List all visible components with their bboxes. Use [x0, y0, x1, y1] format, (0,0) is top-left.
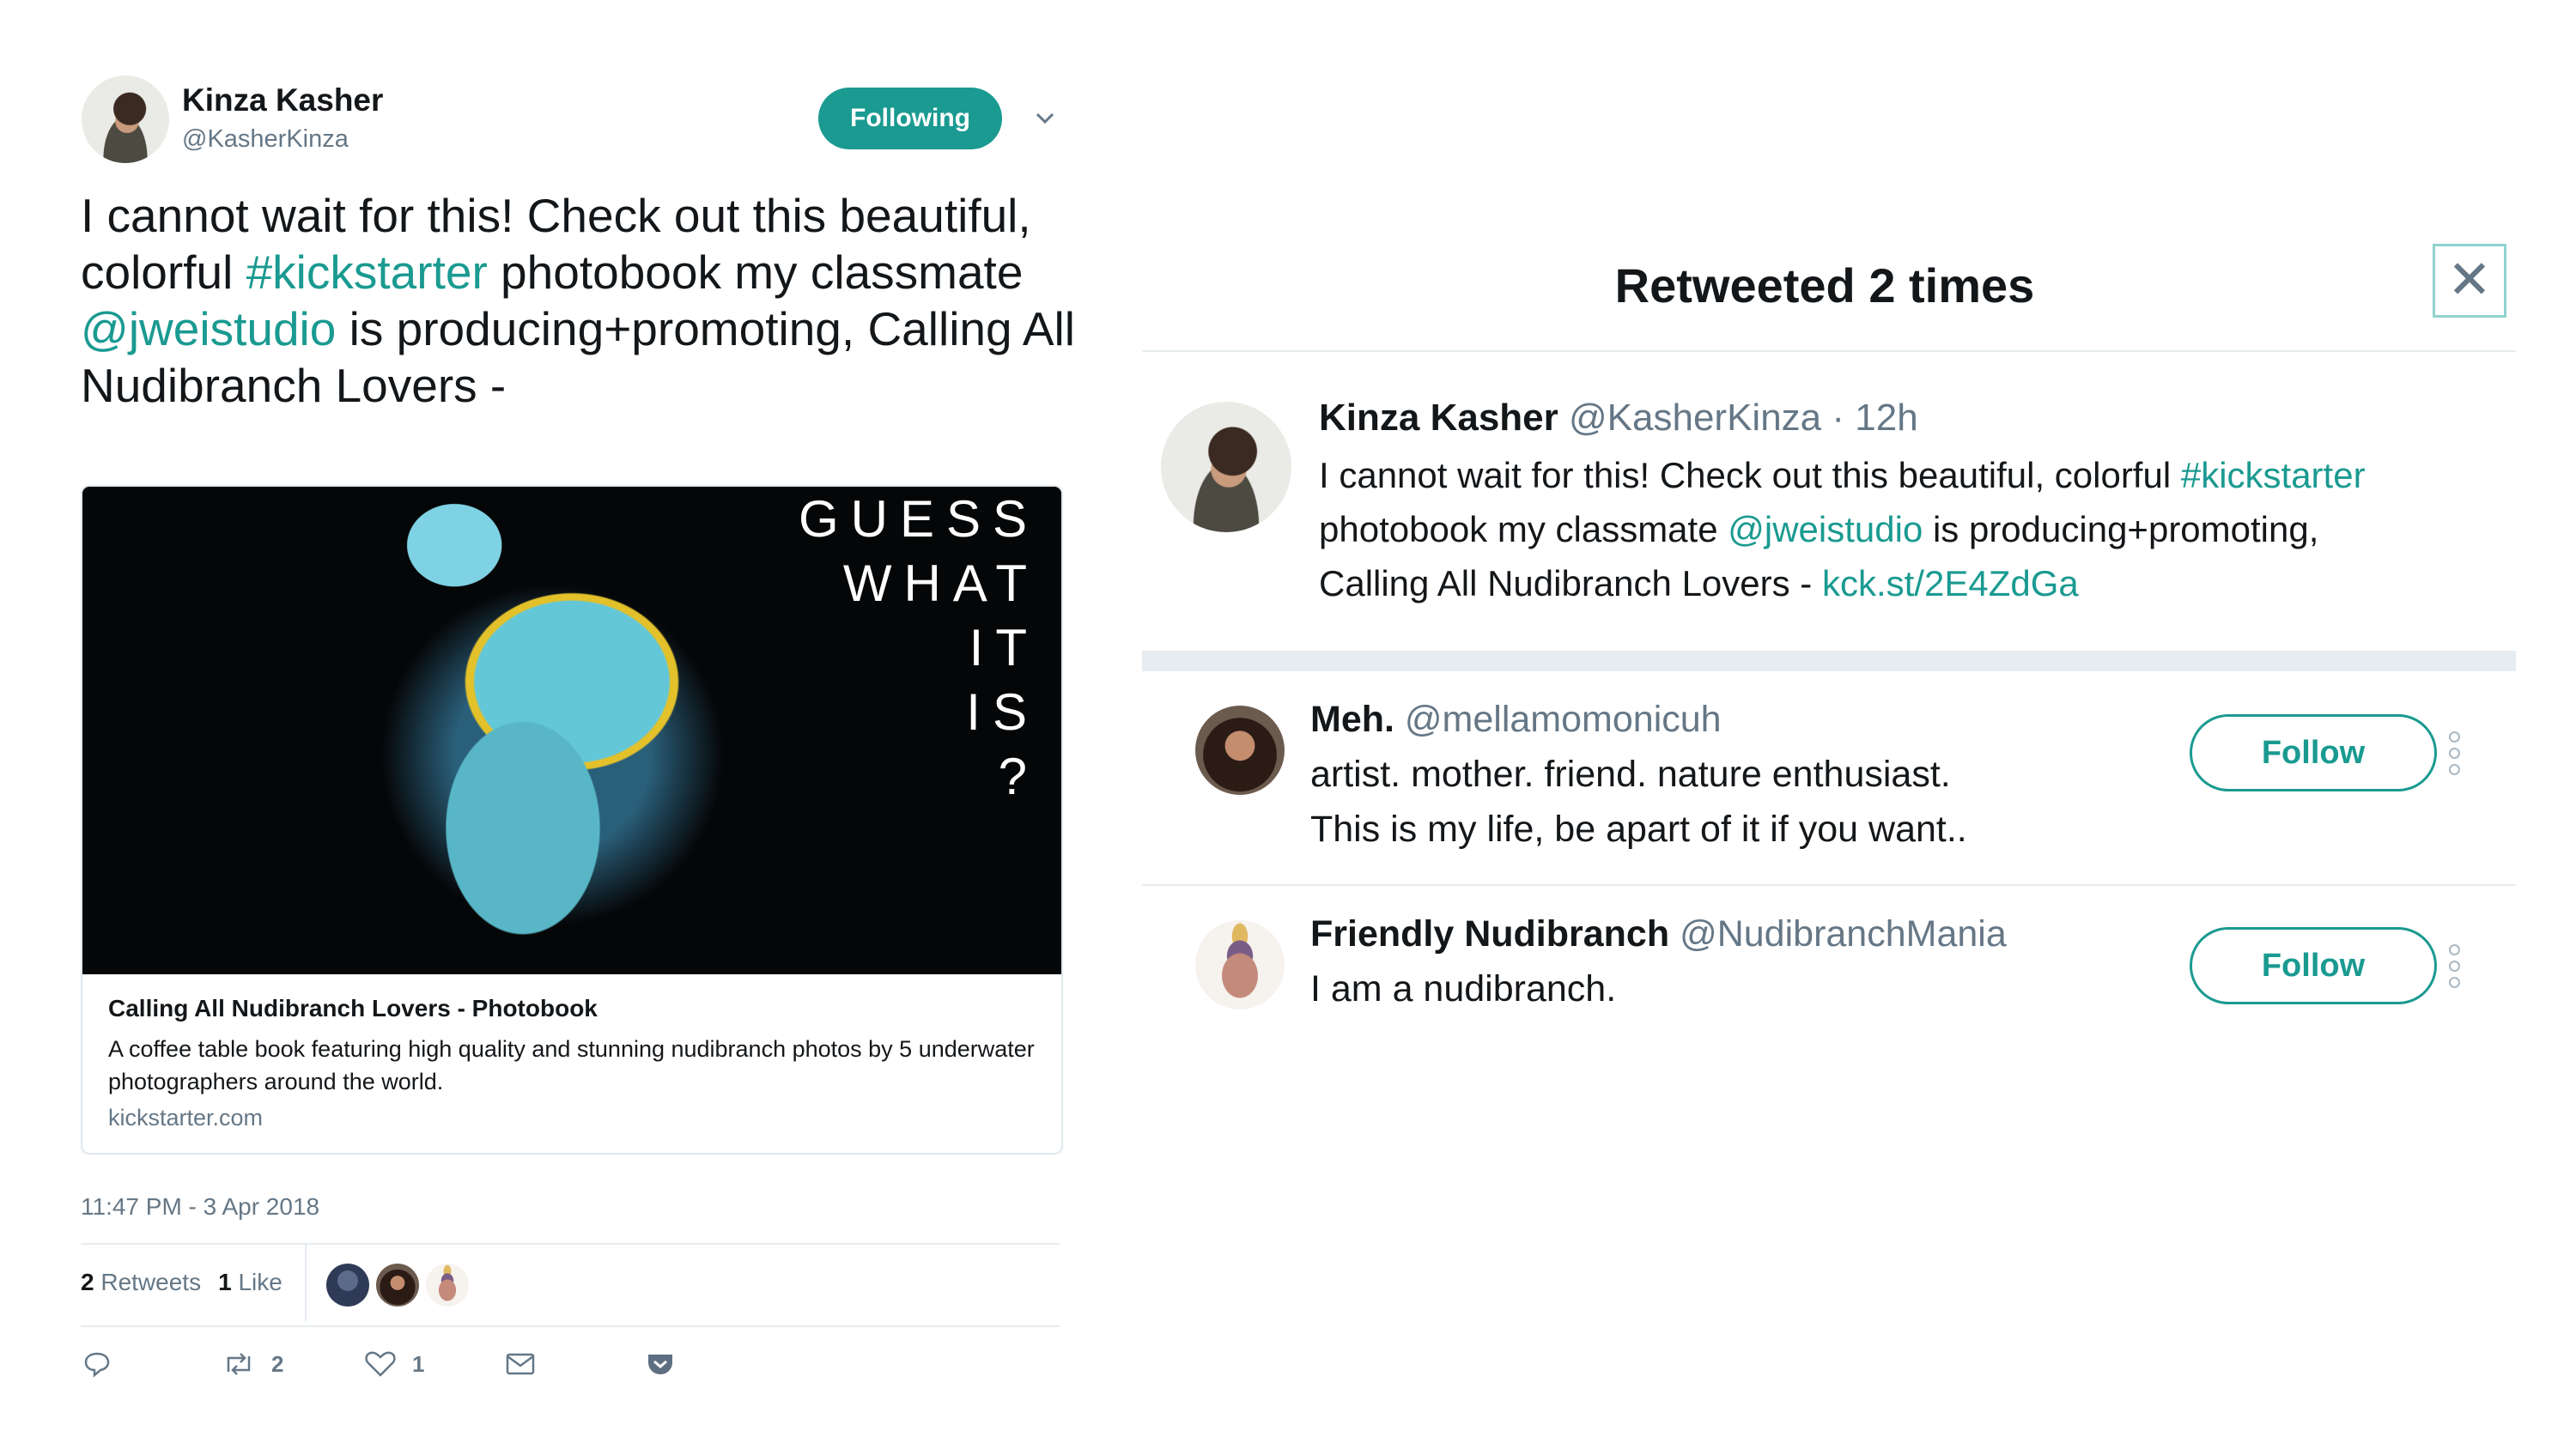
- like-button[interactable]: 1: [364, 1349, 424, 1379]
- user-name[interactable]: Meh.: [1310, 699, 1394, 740]
- hashtag-link[interactable]: #kickstarter: [2181, 455, 2366, 495]
- caption-line: IS: [966, 683, 1039, 741]
- tweet-text-part: photobook my classmate: [487, 246, 1024, 299]
- envelope-icon: [506, 1353, 535, 1375]
- original-tweet-header: Kinza Kasher @KasherKinza · 12h: [1319, 397, 1918, 440]
- link-card[interactable]: GUESS WHAT IT IS ? Calling All Nudibranc…: [81, 485, 1063, 1155]
- text-line: photobook my classmate @jweistudio is pr…: [1319, 502, 2504, 556]
- retweet-action-count: 2: [271, 1350, 284, 1377]
- user-header: Meh. @mellamomonicuh: [1310, 692, 1722, 747]
- user-bio: I am a nudibranch.: [1310, 961, 2169, 1016]
- modal-header-divider: [1142, 350, 2516, 352]
- original-author-name[interactable]: Kinza Kasher: [1319, 397, 1558, 439]
- user-name[interactable]: Friendly Nudibranch: [1310, 913, 1669, 955]
- retweeter-row: Friendly Nudibranch @NudibranchMania I a…: [1142, 886, 2516, 1040]
- retweeter-row: Meh. @mellamomonicuh artist. mother. fri…: [1142, 671, 2516, 884]
- divider: [81, 1243, 1060, 1245]
- mention-link[interactable]: @jweistudio: [81, 302, 336, 355]
- more-options-icon[interactable]: [2449, 944, 2460, 988]
- tweet-text: I cannot wait for this! Check out this b…: [81, 187, 1077, 414]
- card-domain: kickstarter.com: [108, 1105, 264, 1131]
- retweet-label: Retweets: [100, 1269, 202, 1295]
- chevron-down-icon[interactable]: [1030, 103, 1060, 132]
- modal-title: Retweeted 2 times: [1614, 258, 2035, 312]
- bio-line: This is my life, be apart of it if you w…: [1310, 809, 1967, 850]
- bio-line: artist. mother. friend. nature enthusias…: [1310, 754, 1951, 795]
- retweet-button[interactable]: 2: [222, 1349, 283, 1379]
- more-options-icon[interactable]: [2449, 731, 2460, 775]
- user-handle[interactable]: @NudibranchMania: [1680, 913, 2007, 955]
- original-author-avatar[interactable]: [1161, 402, 1291, 532]
- following-button[interactable]: Following: [818, 88, 1002, 149]
- close-icon: ✕: [2447, 251, 2492, 310]
- caption-line: ?: [998, 748, 1039, 805]
- author-avatar[interactable]: [82, 76, 169, 163]
- follow-button[interactable]: Follow: [2190, 927, 2437, 1004]
- like-label: Like: [238, 1269, 283, 1295]
- bio-line: I am a nudibranch.: [1310, 968, 1617, 1009]
- retweet-count: 2: [81, 1269, 94, 1295]
- pocket-button[interactable]: [646, 1351, 675, 1377]
- retweeter-avatar[interactable]: [376, 1264, 419, 1307]
- retweeter-avatar[interactable]: [426, 1264, 469, 1307]
- card-image-caption: GUESS WHAT IT IS ?: [799, 487, 1039, 809]
- section-separator: [1142, 651, 2516, 671]
- divider: [81, 1325, 1060, 1327]
- text-part: is producing+promoting,: [1923, 509, 2319, 549]
- caption-line: WHAT: [842, 555, 1039, 612]
- retweeter-avatar[interactable]: [326, 1264, 369, 1307]
- card-description: A coffee table book featuring high quali…: [108, 1036, 1035, 1094]
- follow-button[interactable]: Follow: [2190, 714, 2437, 791]
- user-handle[interactable]: @mellamomonicuh: [1405, 699, 1722, 740]
- mention-link[interactable]: @jweistudio: [1728, 509, 1923, 549]
- retweet-icon: [227, 1353, 251, 1375]
- like-action-count: 1: [412, 1350, 425, 1377]
- caption-line: GUESS: [798, 490, 1039, 548]
- pocket-icon: [648, 1355, 672, 1374]
- heart-icon: [365, 1351, 396, 1377]
- caption-line: IT: [969, 619, 1039, 676]
- text-part: Calling All Nudibranch Lovers -: [1319, 563, 1822, 603]
- close-button[interactable]: ✕: [2433, 244, 2506, 318]
- original-tweet-text: I cannot wait for this! Check out this b…: [1319, 448, 2504, 610]
- like-count: 1: [218, 1269, 232, 1295]
- hashtag-link[interactable]: #kickstarter: [246, 246, 488, 299]
- reply-icon: [84, 1352, 110, 1378]
- original-author-handle[interactable]: @KasherKinza: [1569, 397, 1821, 439]
- user-bio: artist. mother. friend. nature enthusias…: [1310, 747, 2169, 857]
- user-avatar[interactable]: [1195, 920, 1285, 1009]
- divider: [305, 1245, 307, 1322]
- author-handle[interactable]: @KasherKinza: [182, 125, 349, 154]
- author-name[interactable]: Kinza Kasher: [182, 82, 383, 118]
- tweet-timestamp[interactable]: 11:47 PM - 3 Apr 2018: [81, 1193, 319, 1221]
- direct-message-button[interactable]: [505, 1351, 536, 1377]
- original-tweet-time[interactable]: · 12h: [1832, 397, 1917, 439]
- text-part: I cannot wait for this! Check out this b…: [1319, 455, 2181, 495]
- text-part: photobook my classmate: [1319, 509, 1728, 549]
- text-line: Calling All Nudibranch Lovers - kck.st/2…: [1319, 556, 2504, 610]
- text-line: I cannot wait for this! Check out this b…: [1319, 448, 2504, 502]
- retweets-stat[interactable]: 2 Retweets: [81, 1269, 201, 1296]
- card-title: Calling All Nudibranch Lovers - Photoboo…: [108, 995, 598, 1022]
- reply-button[interactable]: [82, 1349, 112, 1379]
- short-link[interactable]: kck.st/2E4ZdGa: [1822, 563, 2079, 603]
- card-image: GUESS WHAT IT IS ?: [82, 487, 1061, 974]
- tweet-stats: 2 Retweets 1 Like: [81, 1269, 283, 1296]
- user-avatar[interactable]: [1195, 706, 1285, 795]
- user-header: Friendly Nudibranch @NudibranchMania: [1310, 906, 2007, 961]
- likes-stat[interactable]: 1 Like: [218, 1269, 283, 1296]
